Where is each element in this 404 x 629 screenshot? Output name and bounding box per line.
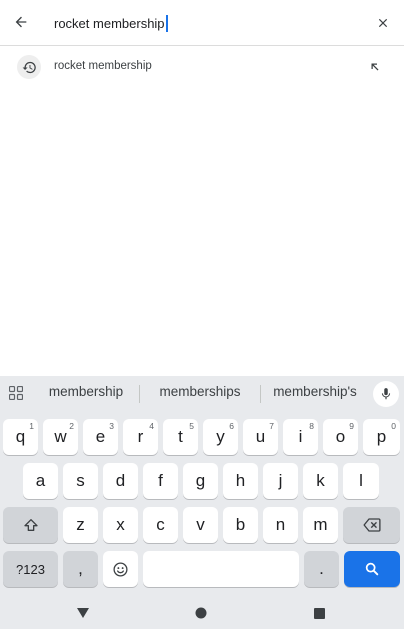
word-suggestion-3[interactable]: membership's	[264, 384, 366, 399]
history-icon	[17, 55, 41, 79]
search-key[interactable]	[344, 551, 400, 587]
voice-input-button[interactable]	[373, 381, 399, 407]
key-x[interactable]: x	[103, 507, 138, 543]
search-icon	[365, 562, 379, 576]
insert-arrow-icon	[371, 63, 379, 71]
arrow-back-icon	[15, 16, 27, 28]
key-j[interactable]: j	[263, 463, 298, 499]
key-r[interactable]: r4	[123, 419, 158, 455]
space-key[interactable]	[143, 551, 299, 587]
key-u[interactable]: u7	[243, 419, 278, 455]
nav-home-button[interactable]	[192, 604, 210, 622]
clear-button[interactable]	[370, 10, 396, 36]
key-o[interactable]: o9	[323, 419, 358, 455]
shift-key[interactable]	[3, 507, 58, 543]
key-label: e	[95, 427, 106, 446]
search-input[interactable]: rocket membership	[54, 13, 168, 33]
screen: rocket membership rocket membership memb…	[0, 0, 404, 629]
nav-back-button[interactable]	[74, 604, 92, 622]
key-label: o	[335, 427, 346, 446]
divider	[260, 385, 261, 403]
emoji-key[interactable]	[103, 551, 138, 587]
emoji-icon	[113, 561, 128, 577]
divider	[139, 385, 140, 403]
key-label: t	[178, 427, 183, 446]
triangle-down-icon	[77, 608, 89, 618]
key-label: q	[15, 427, 26, 446]
key-label: y	[216, 427, 225, 446]
suggestion-row[interactable]: rocket membership	[0, 50, 404, 84]
key-z[interactable]: z	[63, 507, 98, 543]
mic-icon	[381, 388, 391, 400]
key-label: u	[255, 427, 266, 446]
comma-key[interactable]: ,	[63, 551, 98, 587]
system-navigation-bar	[0, 596, 404, 629]
square-icon	[313, 607, 325, 619]
key-a[interactable]: a	[23, 463, 58, 499]
soft-keyboard: membership memberships membership's q1 w…	[0, 376, 404, 629]
key-d[interactable]: d	[103, 463, 138, 499]
shift-icon	[23, 519, 38, 531]
keyboard-suggestion-strip: membership memberships membership's	[0, 376, 404, 410]
word-suggestion-2[interactable]: memberships	[143, 384, 257, 399]
key-k[interactable]: k	[303, 463, 338, 499]
symbols-key[interactable]: ?123	[3, 551, 58, 587]
search-query-text: rocket membership	[54, 15, 165, 31]
key-hint: 7	[269, 421, 274, 431]
key-e[interactable]: e3	[83, 419, 118, 455]
key-s[interactable]: s	[63, 463, 98, 499]
key-v[interactable]: v	[183, 507, 218, 543]
backspace-key[interactable]	[343, 507, 400, 543]
key-label: p	[376, 427, 387, 446]
key-f[interactable]: f	[143, 463, 178, 499]
suggestion-text: rocket membership	[54, 60, 152, 72]
grid-icon	[9, 386, 23, 400]
key-label: w	[54, 427, 67, 446]
key-t[interactable]: t5	[163, 419, 198, 455]
close-icon	[378, 18, 388, 28]
key-c[interactable]: c	[143, 507, 178, 543]
key-hint: 8	[309, 421, 314, 431]
key-m[interactable]: m	[303, 507, 338, 543]
key-i[interactable]: i8	[283, 419, 318, 455]
search-bar: rocket membership	[0, 0, 404, 46]
key-hint: 9	[349, 421, 354, 431]
apps-grid-button[interactable]	[4, 382, 28, 404]
key-l[interactable]: l	[343, 463, 379, 499]
word-suggestion-1[interactable]: membership	[36, 384, 136, 399]
key-label: i	[298, 427, 303, 446]
backspace-icon	[362, 518, 381, 532]
period-key[interactable]: .	[304, 551, 339, 587]
nav-recents-button[interactable]	[310, 604, 328, 622]
key-hint: 5	[189, 421, 194, 431]
key-hint: 3	[109, 421, 114, 431]
text-cursor	[165, 14, 168, 32]
key-b[interactable]: b	[223, 507, 258, 543]
key-g[interactable]: g	[183, 463, 218, 499]
insert-suggestion-button[interactable]	[364, 56, 386, 78]
home-circle-icon	[195, 607, 207, 619]
key-n[interactable]: n	[263, 507, 298, 543]
key-p[interactable]: p0	[363, 419, 400, 455]
key-w[interactable]: w2	[43, 419, 78, 455]
key-hint: 4	[149, 421, 154, 431]
key-hint: 0	[391, 421, 396, 431]
key-q[interactable]: q1	[3, 419, 38, 455]
key-hint: 2	[69, 421, 74, 431]
key-y[interactable]: y6	[203, 419, 238, 455]
key-h[interactable]: h	[223, 463, 258, 499]
back-button[interactable]	[8, 9, 34, 35]
key-label: r	[137, 427, 144, 446]
key-hint: 6	[229, 421, 234, 431]
key-hint: 1	[29, 421, 34, 431]
